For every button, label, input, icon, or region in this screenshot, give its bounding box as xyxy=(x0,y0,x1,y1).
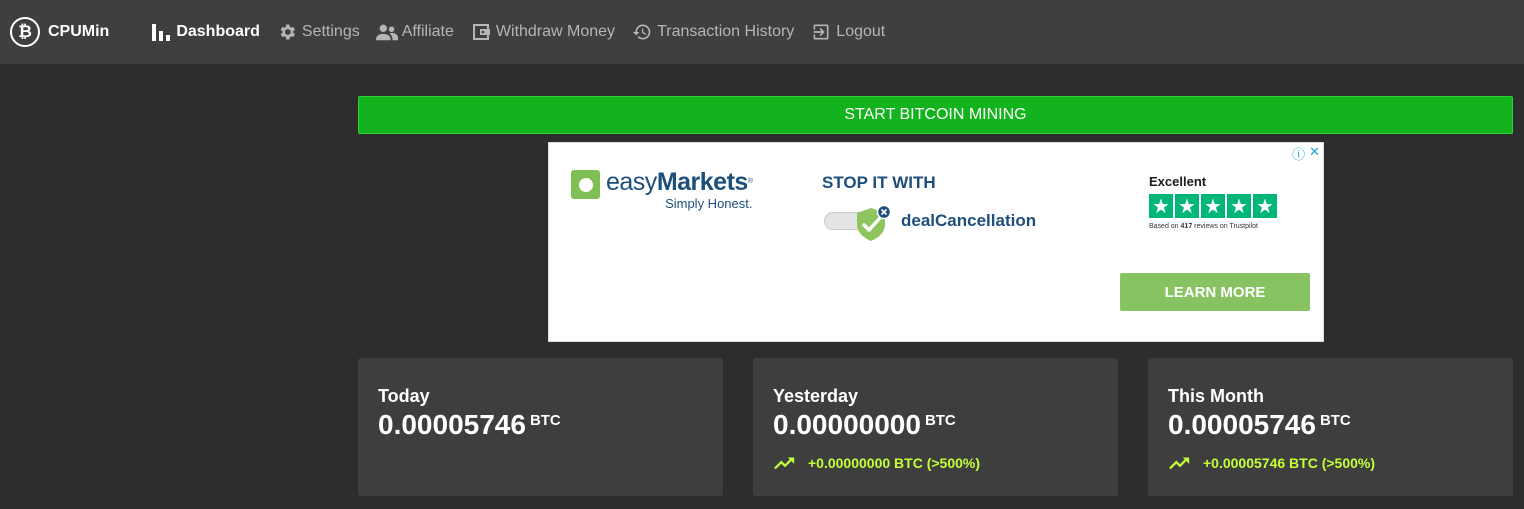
card-change: +0.00000000 BTC (>500%) xyxy=(774,455,980,471)
star-icon: ★ xyxy=(1253,194,1277,218)
people-icon xyxy=(375,21,398,43)
bar-chart-icon xyxy=(150,21,172,43)
ad-close-icon[interactable]: ✕ xyxy=(1309,144,1320,163)
card-value: 0.00005746 BTC xyxy=(378,409,561,440)
bitcoin-logo-icon: ₿ xyxy=(10,17,40,47)
card-title: Yesterday xyxy=(773,386,859,406)
ad-banner[interactable]: ⓘ ✕ easyMarkets® Simply Honest. STOP IT … xyxy=(548,142,1324,342)
main-nav: Dashboard Settings Affiliate Withdraw Mo… xyxy=(142,0,893,64)
ad-brand-name: easyMarkets® xyxy=(606,168,753,196)
wallet-icon xyxy=(470,21,492,43)
history-icon xyxy=(631,21,653,43)
nav-logout-label: Logout xyxy=(836,23,886,40)
ad-info-icon[interactable]: ⓘ xyxy=(1292,144,1305,163)
card-unit: BTC xyxy=(529,412,561,429)
ad-slogan: Simply Honest. xyxy=(665,196,753,211)
reviews-text: Based on 417 reviews on Trustpilot xyxy=(1149,223,1258,230)
star-icon: ★ xyxy=(1227,194,1251,218)
nav-withdraw-label: Withdraw Money xyxy=(495,23,616,40)
nav-withdraw-money[interactable]: Withdraw Money xyxy=(462,0,623,64)
nav-affiliate[interactable]: Affiliate xyxy=(368,0,462,64)
logout-icon xyxy=(810,21,832,43)
nav-settings-label: Settings xyxy=(301,23,360,40)
nav-dashboard-label: Dashboard xyxy=(176,23,260,40)
stat-card-today: Today 0.00005746 BTC xyxy=(358,358,723,496)
nav-dashboard[interactable]: Dashboard xyxy=(142,0,268,64)
toggle-switch-icon xyxy=(824,204,892,241)
card-title: Today xyxy=(378,386,430,406)
trending-up-icon xyxy=(774,457,795,470)
card-change-text: +0.00005746 BTC (>500%) xyxy=(1203,455,1375,471)
trending-up-icon xyxy=(1169,457,1190,470)
nav-affiliate-label: Affiliate xyxy=(401,23,454,40)
card-unit: BTC xyxy=(924,412,956,429)
rating-stars: ★ ★ ★ ★ ★ xyxy=(1149,194,1277,218)
card-change: +0.00005746 BTC (>500%) xyxy=(1169,455,1375,471)
nav-transaction-history[interactable]: Transaction History xyxy=(623,0,802,64)
card-title: This Month xyxy=(1168,386,1264,406)
card-change-text: +0.00000000 BTC (>500%) xyxy=(808,455,980,471)
star-icon: ★ xyxy=(1149,194,1173,218)
nav-settings[interactable]: Settings xyxy=(268,0,368,64)
easymarkets-logo-icon xyxy=(571,170,600,199)
ad-corner: ⓘ ✕ xyxy=(1292,144,1320,163)
top-navbar: ₿ CPUMin Dashboard Settings Affiliate Wi… xyxy=(0,0,1524,64)
shield-check-icon xyxy=(857,204,892,241)
rating-label: Excellent xyxy=(1149,174,1207,189)
brand-name: CPUMin xyxy=(48,23,110,40)
nav-logout[interactable]: Logout xyxy=(802,0,893,64)
stat-card-yesterday: Yesterday 0.00000000 BTC +0.00000000 BTC … xyxy=(753,358,1118,496)
trustpilot-rating: Excellent ★ ★ ★ ★ ★ Based on 417 reviews… xyxy=(1149,174,1277,230)
brand[interactable]: ₿ CPUMin xyxy=(10,17,109,47)
ad-feature-label: dealCancellation xyxy=(901,211,1037,230)
card-unit: BTC xyxy=(1319,412,1351,429)
easymarkets-logo: easyMarkets® Simply Honest. xyxy=(571,168,753,211)
card-value: 0.00000000 BTC xyxy=(773,409,956,440)
stat-card-this-month: This Month 0.00005746 BTC +0.00005746 BTC… xyxy=(1148,358,1513,496)
gear-icon xyxy=(276,21,298,43)
nav-history-label: Transaction History xyxy=(657,23,795,40)
card-value: 0.00005746 BTC xyxy=(1168,409,1351,440)
star-icon: ★ xyxy=(1175,194,1199,218)
start-mining-button[interactable]: START BITCOIN MINING xyxy=(358,96,1513,134)
learn-more-button[interactable]: LEARN MORE xyxy=(1120,273,1310,311)
ad-headline: STOP IT WITH xyxy=(822,173,936,192)
star-icon: ★ xyxy=(1201,194,1225,218)
ad-feature: dealCancellation xyxy=(824,204,1037,241)
